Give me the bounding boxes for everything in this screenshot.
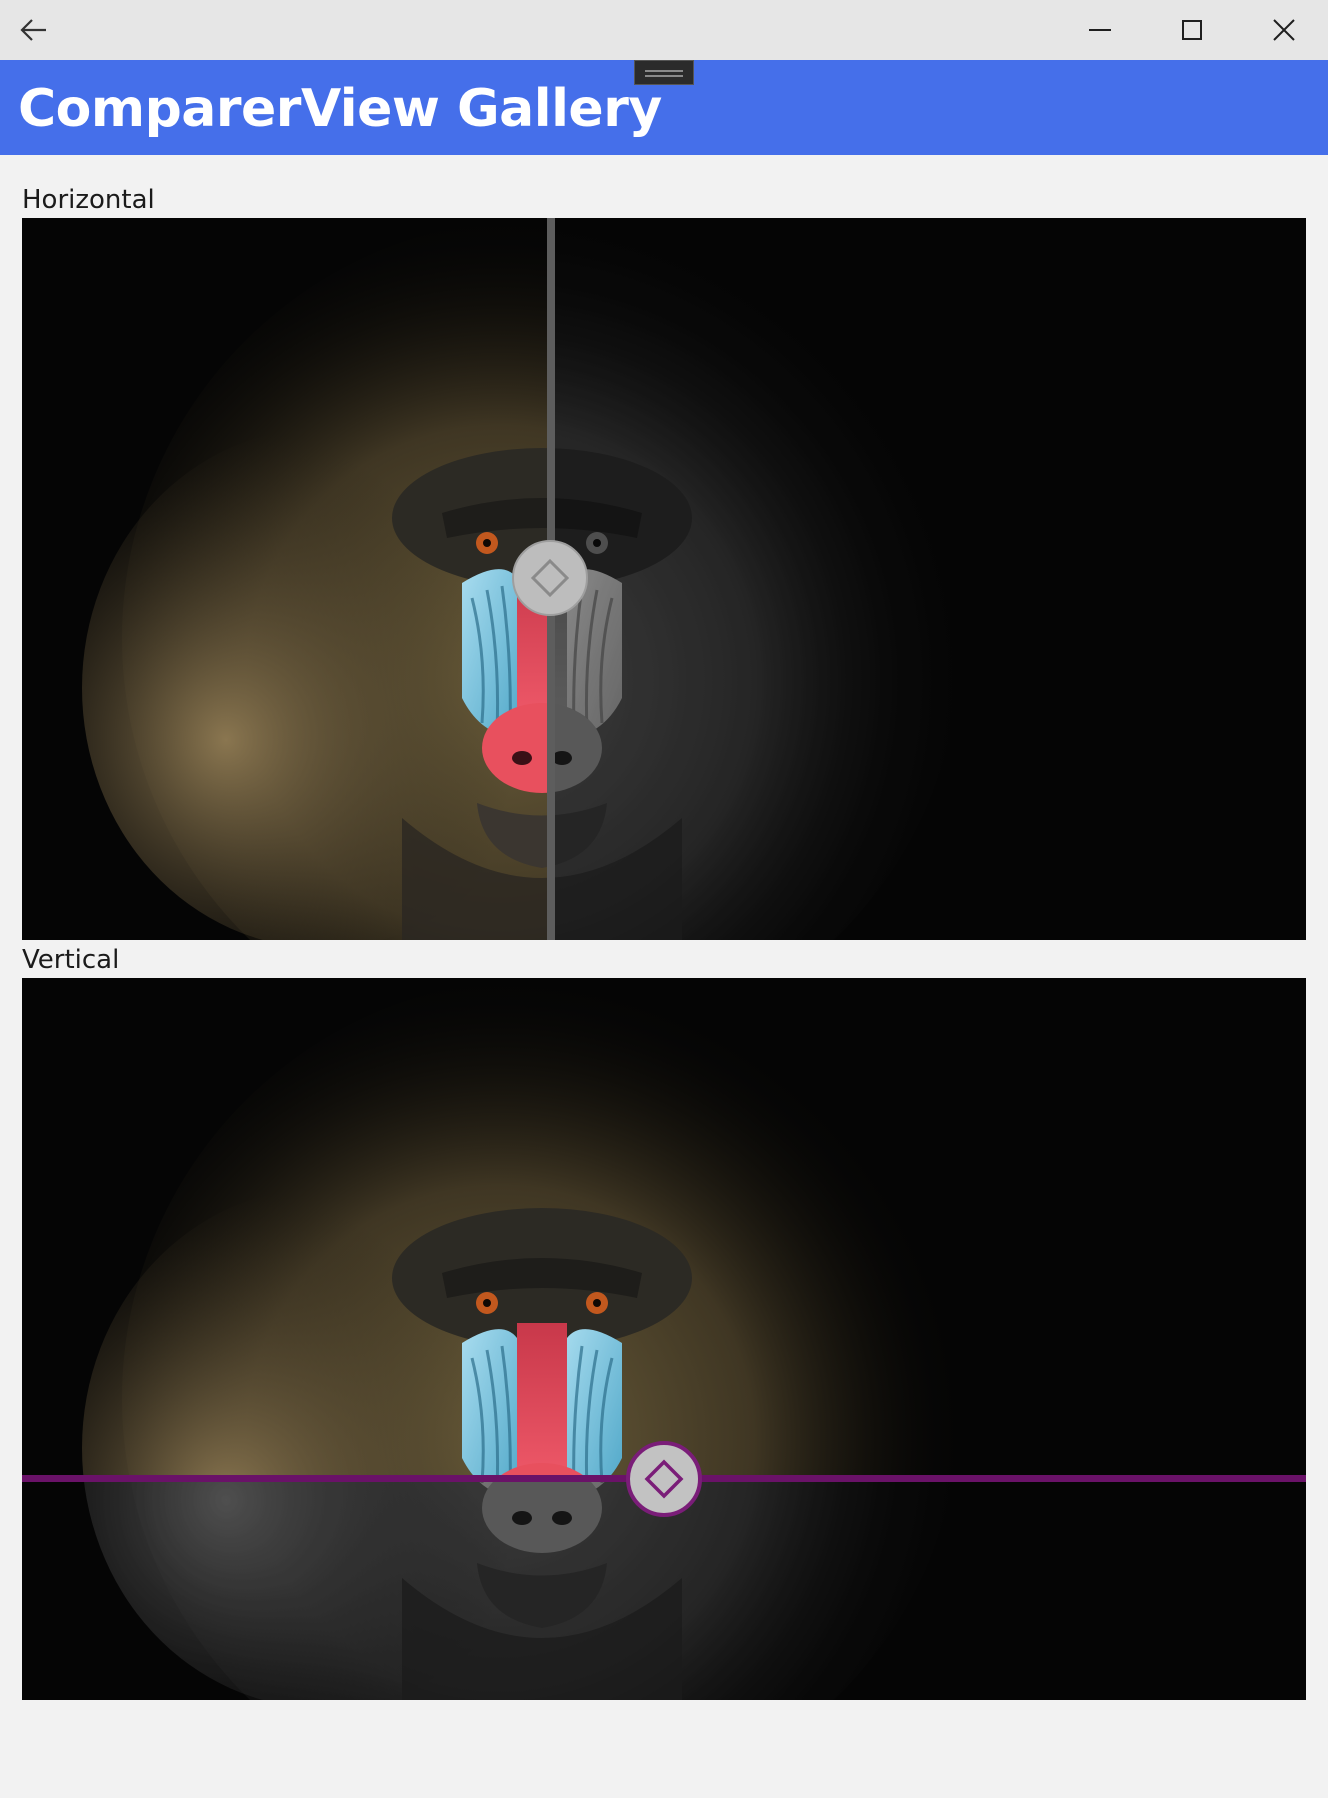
- horizontal-section-label: Horizontal: [22, 185, 155, 215]
- app-header: ComparerView Gallery: [0, 60, 1328, 155]
- drag-handle-line: [645, 75, 683, 77]
- drag-handle[interactable]: [634, 60, 694, 85]
- arrow-left-icon: [20, 19, 46, 41]
- diamond-icon: [530, 558, 570, 598]
- diamond-icon: [644, 1459, 684, 1499]
- comparer-thumb[interactable]: [512, 540, 588, 616]
- comparer-thumb[interactable]: [626, 1441, 702, 1517]
- horizontal-comparer[interactable]: [22, 218, 1306, 940]
- title-bar: [0, 0, 1328, 60]
- minimize-icon: [1089, 29, 1111, 31]
- close-button[interactable]: [1238, 0, 1328, 60]
- drag-handle-line: [645, 70, 683, 72]
- maximize-icon: [1182, 20, 1202, 40]
- maximize-button[interactable]: [1146, 0, 1238, 60]
- vertical-section-label: Vertical: [22, 945, 120, 975]
- minimize-button[interactable]: [1054, 0, 1146, 60]
- back-button[interactable]: [0, 0, 68, 60]
- page-title: ComparerView Gallery: [18, 79, 662, 139]
- vertical-comparer[interactable]: [22, 978, 1306, 1700]
- close-icon: [1273, 19, 1295, 41]
